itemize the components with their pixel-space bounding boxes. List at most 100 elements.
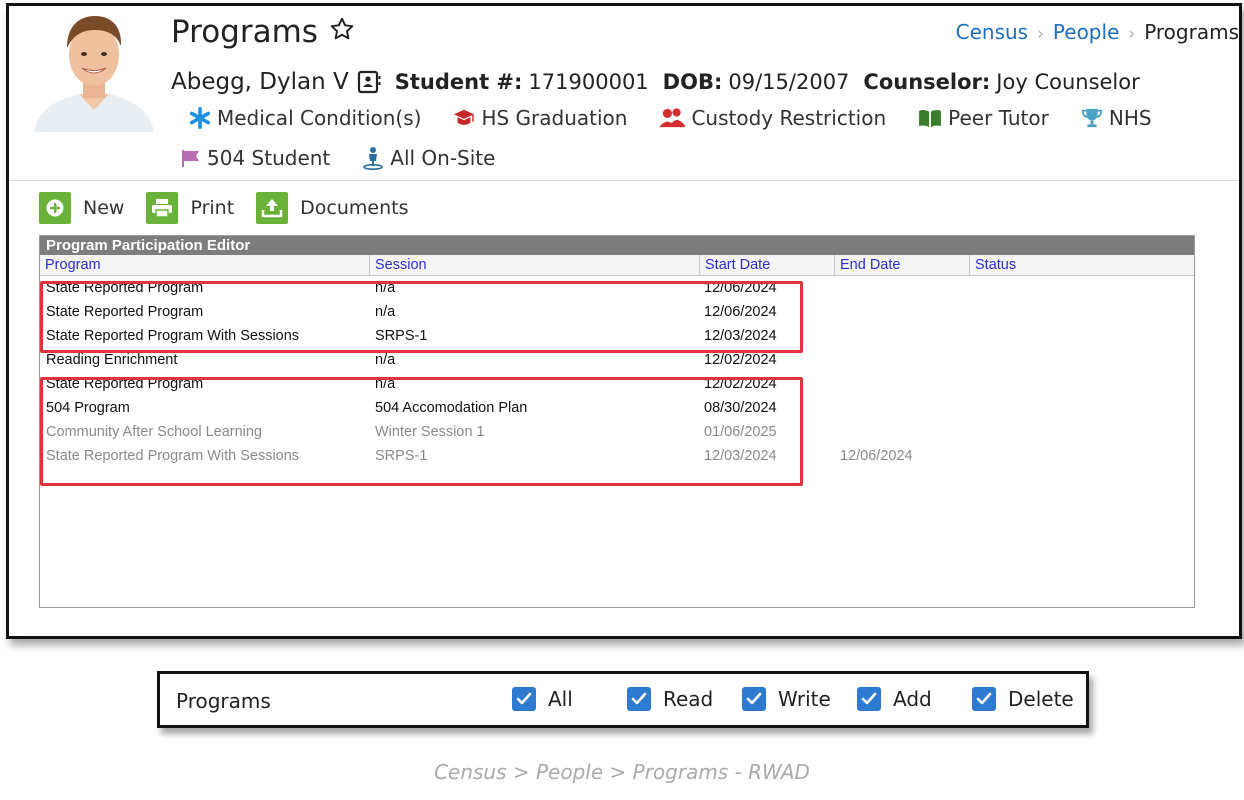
table-row[interactable]: State Reported Program n/a 12/06/2024 (40, 300, 1194, 324)
table-row[interactable]: State Reported Program n/a 12/06/2024 (40, 276, 1194, 300)
grid-header: Program Session Start Date End Date Stat… (40, 255, 1194, 276)
checkbox-delete[interactable]: Delete (972, 687, 1074, 711)
table-row[interactable]: State Reported Program With Sessions SRP… (40, 444, 1194, 468)
cell-start-date: 12/02/2024 (704, 352, 777, 368)
checkbox-label: Read (663, 687, 714, 711)
table-row[interactable]: State Reported Program With Sessions SRP… (40, 324, 1194, 348)
favorite-star-icon[interactable] (329, 16, 355, 42)
checkbox-add[interactable]: Add (857, 687, 932, 711)
cell-start-date: 12/02/2024 (704, 376, 777, 392)
student-info: Abegg, Dylan V Student #: 171900001 DOB:… (171, 69, 1154, 95)
header-divider (9, 180, 1239, 181)
student-flags-row-2: 504 Student All On-Site (181, 146, 527, 170)
flag-nhs[interactable]: NHS (1081, 106, 1152, 130)
checkmark-icon (972, 687, 996, 711)
column-header-session[interactable]: Session (370, 255, 700, 275)
flag-peer-tutor[interactable]: Peer Tutor (918, 106, 1049, 130)
flag-label: Custody Restriction (691, 106, 887, 130)
dob-value: 09/15/2007 (728, 70, 850, 94)
cell-start-date: 12/03/2024 (704, 328, 777, 344)
toolbar: New Print Documents (39, 192, 431, 224)
upload-icon (256, 192, 289, 224)
cell-session: n/a (375, 376, 396, 392)
program-participation-grid: Program Participation Editor Program Ses… (39, 235, 1195, 608)
cell-program: 504 Program (46, 400, 130, 416)
trophy-icon (1081, 108, 1102, 128)
asterisk-icon (189, 107, 211, 129)
checkbox-label: Delete (1008, 687, 1074, 711)
cell-start-date: 12/06/2024 (704, 304, 777, 320)
flag-icon (182, 150, 199, 167)
cell-program: State Reported Program (46, 280, 204, 296)
printer-icon (146, 192, 179, 224)
cell-session: 504 Accomodation Plan (375, 400, 528, 416)
new-label: New (83, 197, 125, 219)
flag-label: HS Graduation (481, 106, 628, 130)
flag-hs-graduation[interactable]: HS Graduation (453, 106, 627, 130)
column-header-status[interactable]: Status (970, 255, 1194, 275)
student-photo (29, 10, 159, 132)
flag-504-student[interactable]: 504 Student (181, 146, 330, 170)
cell-session: Winter Session 1 (375, 424, 485, 440)
cell-end-date: 12/06/2024 (840, 448, 913, 464)
flag-label: Peer Tutor (948, 106, 1049, 130)
flag-label: 504 Student (207, 146, 331, 170)
cell-program: State Reported Program (46, 304, 204, 320)
table-row[interactable]: 504 Program 504 Accomodation Plan 08/30/… (40, 396, 1194, 420)
student-number: 171900001 (528, 70, 649, 94)
print-button[interactable]: Print (146, 192, 234, 224)
checkbox-read[interactable]: Read (627, 687, 713, 711)
checkmark-icon (512, 687, 536, 711)
cell-session: SRPS-1 (375, 448, 428, 464)
breadcrumb: Census › People › Programs (956, 20, 1239, 44)
flag-all-on-site[interactable]: All On-Site (362, 146, 495, 170)
programs-screenshot: Programs Census › People › Programs Abegg, D… (6, 3, 1242, 639)
student-name: Abegg, Dylan V (171, 69, 349, 95)
breadcrumb-people[interactable]: People (1053, 20, 1119, 44)
column-header-program[interactable]: Program (40, 255, 370, 275)
dob-label: DOB: (662, 70, 723, 94)
print-label: Print (190, 197, 235, 219)
breadcrumb-separator: › (1037, 24, 1044, 44)
breadcrumb-census[interactable]: Census (956, 20, 1028, 44)
cell-session: n/a (375, 304, 396, 320)
checkmark-icon (742, 687, 766, 711)
cell-program: State Reported Program With Sessions (46, 448, 300, 464)
cell-session: n/a (375, 352, 396, 368)
table-row[interactable]: Community After School Learning Winter S… (40, 420, 1194, 444)
cell-start-date: 12/03/2024 (704, 448, 777, 464)
figure-caption: Census > People > Programs - RWAD (434, 760, 810, 784)
cell-program: State Reported Program (46, 376, 204, 392)
checkbox-write[interactable]: Write (742, 687, 831, 711)
cell-program: State Reported Program With Sessions (46, 328, 300, 344)
flag-custody-restriction[interactable]: Custody Restriction (659, 106, 886, 130)
table-row[interactable]: Reading Enrichment n/a 12/02/2024 (40, 348, 1194, 372)
cell-session: n/a (375, 280, 396, 296)
checkmark-icon (857, 687, 881, 711)
cell-start-date: 12/06/2024 (704, 280, 777, 296)
documents-button[interactable]: Documents (256, 192, 409, 224)
contact-card-icon[interactable] (357, 70, 381, 94)
counselor-value: Joy Counselor (996, 70, 1140, 94)
column-header-start-date[interactable]: Start Date (700, 255, 835, 275)
column-header-end-date[interactable]: End Date (835, 255, 970, 275)
plus-circle-icon (39, 192, 71, 224)
tool-rights-panel: Programs All Read Write Add Delete (157, 671, 1089, 728)
grid-title: Program Participation Editor (40, 236, 1194, 255)
checkbox-all[interactable]: All (512, 687, 573, 711)
flag-label: Medical Condition(s) (217, 106, 422, 130)
cell-program: Community After School Learning (46, 424, 262, 440)
checkbox-label: Add (893, 687, 932, 711)
checkbox-label: All (548, 687, 573, 711)
flag-label: NHS (1108, 106, 1152, 130)
new-button[interactable]: New (39, 192, 124, 224)
cell-program: Reading Enrichment (46, 352, 178, 368)
book-icon (919, 110, 942, 128)
person-icon (363, 147, 384, 170)
cell-start-date: 08/30/2024 (704, 400, 777, 416)
table-row[interactable]: State Reported Program n/a 12/02/2024 (40, 372, 1194, 396)
breadcrumb-programs: Programs (1144, 20, 1239, 44)
counselor-label: Counselor: (863, 70, 991, 94)
student-flags-row-1: Medical Condition(s) HS Graduation Custo… (189, 106, 1184, 130)
flag-medical-condition[interactable]: Medical Condition(s) (189, 106, 421, 130)
